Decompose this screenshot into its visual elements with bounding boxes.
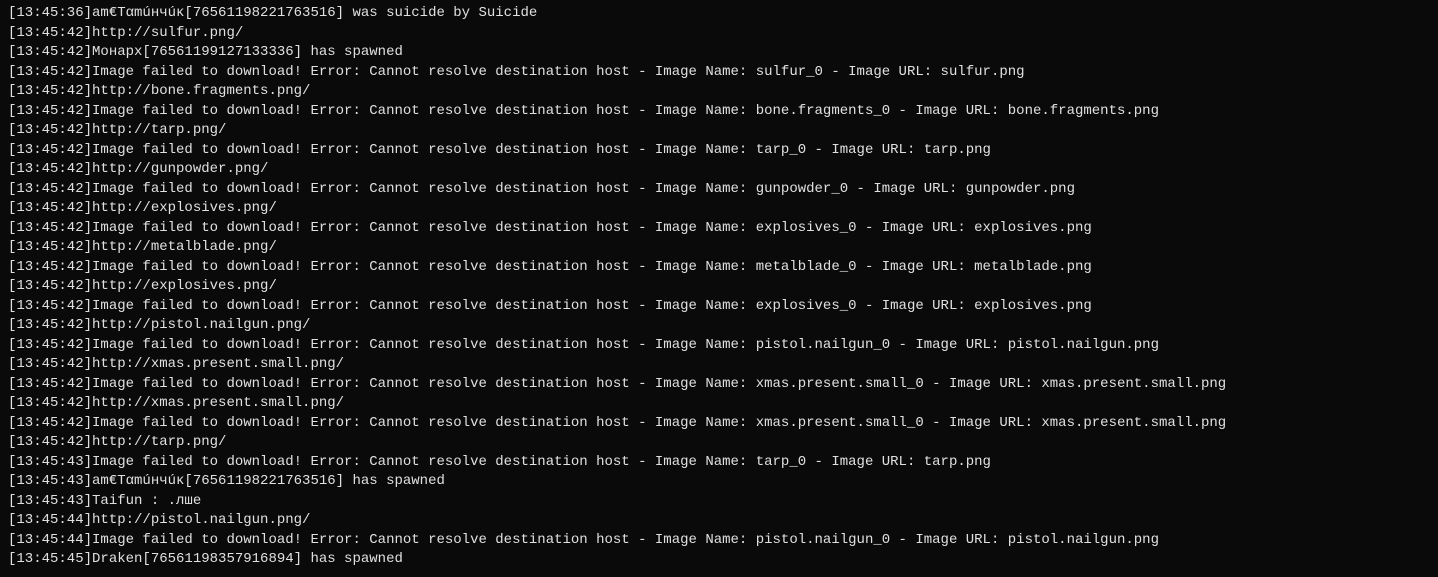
log-line: [13:45:42]Image failed to download! Erro… (8, 141, 1430, 161)
log-line: [13:45:42]Image failed to download! Erro… (8, 258, 1430, 278)
log-message: Image failed to download! Error: Cannot … (92, 532, 1159, 548)
log-timestamp: [13:45:42] (8, 239, 92, 255)
log-line: [13:45:42]Image failed to download! Erro… (8, 63, 1430, 83)
log-message: Image failed to download! Error: Cannot … (92, 103, 1159, 119)
log-message: http://metalblade.png/ (92, 239, 277, 255)
log-timestamp: [13:45:42] (8, 122, 92, 138)
log-line: [13:45:36]am€Tαmúнчúĸ[76561198221763516]… (8, 4, 1430, 24)
log-timestamp: [13:45:42] (8, 278, 92, 294)
log-timestamp: [13:45:42] (8, 395, 92, 411)
log-message: http://tarp.png/ (92, 122, 226, 138)
log-timestamp: [13:45:42] (8, 83, 92, 99)
log-timestamp: [13:45:43] (8, 454, 92, 470)
log-line: [13:45:42]Image failed to download! Erro… (8, 219, 1430, 239)
log-line: [13:45:42]http://metalblade.png/ (8, 238, 1430, 258)
log-line: [13:45:45]Draken[76561198357916894] has … (8, 550, 1430, 570)
log-line: [13:45:42]http://explosives.png/ (8, 199, 1430, 219)
log-message: http://sulfur.png/ (92, 25, 243, 41)
log-message: Image failed to download! Error: Cannot … (92, 142, 991, 158)
log-timestamp: [13:45:42] (8, 298, 92, 314)
log-line: [13:45:42]Image failed to download! Erro… (8, 180, 1430, 200)
log-line: [13:45:42]Image failed to download! Erro… (8, 297, 1430, 317)
log-message: Taifun : .лше (92, 493, 201, 509)
log-line: [13:45:42]http://tarp.png/ (8, 433, 1430, 453)
log-timestamp: [13:45:42] (8, 356, 92, 372)
log-timestamp: [13:45:44] (8, 532, 92, 548)
log-message: Draken[76561198357916894] has spawned (92, 551, 403, 567)
log-message: Image failed to download! Error: Cannot … (92, 64, 1025, 80)
log-message: Image failed to download! Error: Cannot … (92, 376, 1226, 392)
log-line: [13:45:42]http://sulfur.png/ (8, 24, 1430, 44)
log-timestamp: [13:45:42] (8, 103, 92, 119)
log-timestamp: [13:45:42] (8, 220, 92, 236)
log-timestamp: [13:45:42] (8, 142, 92, 158)
log-message: http://bone.fragments.png/ (92, 83, 310, 99)
log-line: [13:45:42]Image failed to download! Erro… (8, 336, 1430, 356)
log-line: [13:45:42]Image failed to download! Erro… (8, 414, 1430, 434)
log-line: [13:45:42]http://tarp.png/ (8, 121, 1430, 141)
console-output: [13:45:36]am€Tαmúнчúĸ[76561198221763516]… (0, 0, 1438, 574)
log-timestamp: [13:45:42] (8, 44, 92, 60)
log-timestamp: [13:45:42] (8, 161, 92, 177)
log-timestamp: [13:45:42] (8, 64, 92, 80)
log-timestamp: [13:45:42] (8, 337, 92, 353)
log-timestamp: [13:45:42] (8, 376, 92, 392)
log-line: [13:45:42]Image failed to download! Erro… (8, 102, 1430, 122)
log-timestamp: [13:45:45] (8, 551, 92, 567)
log-line: [13:45:42]Монарх[76561199127133336] has … (8, 43, 1430, 63)
log-timestamp: [13:45:42] (8, 434, 92, 450)
log-message: Image failed to download! Error: Cannot … (92, 454, 991, 470)
log-message: http://pistol.nailgun.png/ (92, 317, 310, 333)
log-message: am€Tαmúнчúĸ[76561198221763516] was suici… (92, 5, 537, 21)
log-line: [13:45:43]Taifun : .лше (8, 492, 1430, 512)
log-line: [13:45:43]Image failed to download! Erro… (8, 453, 1430, 473)
log-line: [13:45:42]http://xmas.present.small.png/ (8, 355, 1430, 375)
log-timestamp: [13:45:42] (8, 25, 92, 41)
log-timestamp: [13:45:44] (8, 512, 92, 528)
log-line: [13:45:42]http://pistol.nailgun.png/ (8, 316, 1430, 336)
log-message: http://xmas.present.small.png/ (92, 395, 344, 411)
log-line: [13:45:44]http://pistol.nailgun.png/ (8, 511, 1430, 531)
log-timestamp: [13:45:42] (8, 259, 92, 275)
log-message: Image failed to download! Error: Cannot … (92, 220, 1092, 236)
log-message: http://pistol.nailgun.png/ (92, 512, 310, 528)
log-message: http://explosives.png/ (92, 200, 277, 216)
log-message: http://tarp.png/ (92, 434, 226, 450)
log-message: http://gunpowder.png/ (92, 161, 268, 177)
log-timestamp: [13:45:42] (8, 181, 92, 197)
log-timestamp: [13:45:36] (8, 5, 92, 21)
log-line: [13:45:42]http://xmas.present.small.png/ (8, 394, 1430, 414)
log-line: [13:45:42]http://explosives.png/ (8, 277, 1430, 297)
log-message: Image failed to download! Error: Cannot … (92, 181, 1075, 197)
log-timestamp: [13:45:42] (8, 200, 92, 216)
log-message: http://xmas.present.small.png/ (92, 356, 344, 372)
log-message: http://explosives.png/ (92, 278, 277, 294)
log-message: Image failed to download! Error: Cannot … (92, 259, 1092, 275)
log-timestamp: [13:45:43] (8, 473, 92, 489)
log-timestamp: [13:45:43] (8, 493, 92, 509)
log-line: [13:45:42]http://bone.fragments.png/ (8, 82, 1430, 102)
log-message: am€Tαmúнчúĸ[76561198221763516] has spawn… (92, 473, 445, 489)
log-message: Image failed to download! Error: Cannot … (92, 415, 1226, 431)
log-line: [13:45:42]Image failed to download! Erro… (8, 375, 1430, 395)
log-timestamp: [13:45:42] (8, 415, 92, 431)
log-line: [13:45:42]http://gunpowder.png/ (8, 160, 1430, 180)
log-line: [13:45:43]am€Tαmúнчúĸ[76561198221763516]… (8, 472, 1430, 492)
log-message: Image failed to download! Error: Cannot … (92, 337, 1159, 353)
log-message: Монарх[76561199127133336] has spawned (92, 44, 403, 60)
log-line: [13:45:44]Image failed to download! Erro… (8, 531, 1430, 551)
log-message: Image failed to download! Error: Cannot … (92, 298, 1092, 314)
log-timestamp: [13:45:42] (8, 317, 92, 333)
